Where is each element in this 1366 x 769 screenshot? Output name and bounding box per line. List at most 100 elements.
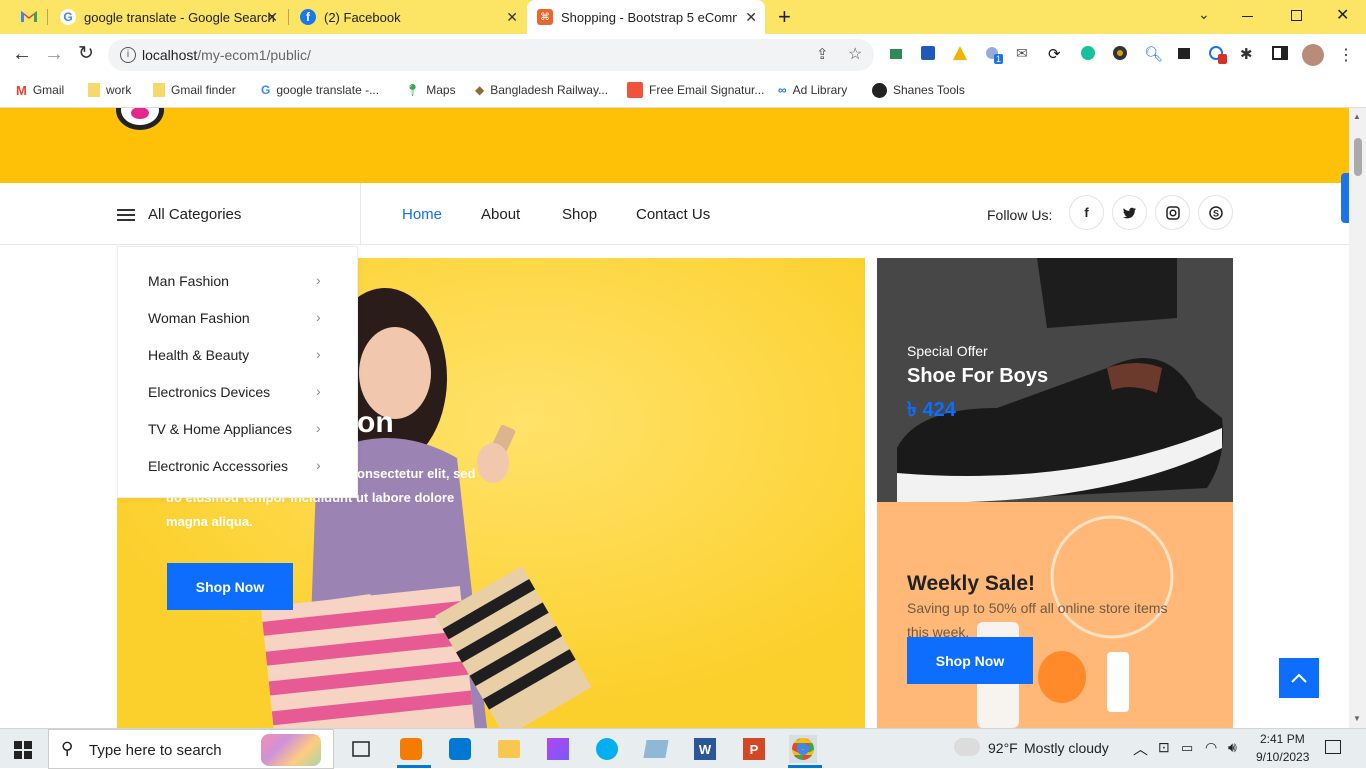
weekly-sale-card[interactable]: Weekly Sale! Saving up to 50% off all on… bbox=[877, 502, 1233, 728]
bookmark-shanes-tools[interactable]: Shanes Tools bbox=[872, 76, 965, 104]
categories-toggle[interactable]: All Categories bbox=[117, 183, 361, 245]
extension-colorful-icon[interactable]: 1 bbox=[984, 45, 1004, 65]
mail-icon[interactable]: ✉ bbox=[1016, 45, 1036, 65]
bookmark-ad-library[interactable]: ∞ Ad Library bbox=[778, 76, 847, 104]
back-to-top-button[interactable] bbox=[1279, 658, 1319, 698]
phpstorm-icon[interactable] bbox=[544, 735, 572, 763]
weather-icon[interactable] bbox=[954, 738, 980, 756]
nav-shop[interactable]: Shop bbox=[562, 206, 597, 223]
chevron-up-icon[interactable]: ︿ bbox=[1133, 738, 1148, 759]
bookmark-label: Ad Library bbox=[792, 83, 848, 97]
hero-title: on bbox=[357, 406, 394, 439]
extension-blue-icon[interactable] bbox=[920, 45, 940, 65]
category-electronics-devices[interactable]: Electronics Devices bbox=[148, 384, 270, 400]
scroll-up-arrow[interactable]: ▲ bbox=[1353, 112, 1361, 121]
clock-date[interactable]: 9/10/2023 bbox=[1256, 750, 1309, 764]
chrome-icon[interactable] bbox=[789, 735, 817, 763]
sale-shop-now-button[interactable]: Shop Now bbox=[907, 637, 1033, 684]
close-window-icon[interactable]: ✕ bbox=[1336, 5, 1349, 25]
hero-text-line1: onsectetur elit, sed bbox=[357, 466, 476, 481]
sync-icon[interactable]: ⟳ bbox=[1048, 45, 1068, 65]
category-electronic-accessories[interactable]: Electronic Accessories bbox=[148, 458, 288, 474]
app-blue-icon[interactable] bbox=[642, 735, 670, 763]
zoom-search-icon[interactable]: 🔍︎ bbox=[1144, 45, 1164, 65]
volume-icon[interactable]: 🔊︎ bbox=[1228, 739, 1237, 756]
category-woman-fashion[interactable]: Woman Fashion bbox=[148, 310, 250, 326]
clock-time[interactable]: 2:41 PM bbox=[1260, 732, 1305, 746]
bookmark-email-signature[interactable]: Free Email Signatur... bbox=[627, 76, 764, 104]
forward-icon[interactable]: → bbox=[44, 43, 64, 66]
nav-home[interactable]: Home bbox=[402, 206, 442, 223]
close-icon[interactable]: ✕ bbox=[745, 9, 757, 26]
bookmarks-bar: M Gmail work Gmail finder Ggoogle transla… bbox=[0, 76, 1366, 108]
extension-warning-icon[interactable] bbox=[952, 45, 972, 65]
vscode-icon[interactable] bbox=[446, 735, 474, 763]
new-tab-button[interactable]: + bbox=[778, 4, 791, 30]
puzzle-icon[interactable]: ✱ bbox=[1240, 45, 1260, 65]
close-icon[interactable]: ✕ bbox=[506, 9, 518, 26]
category-health-beauty[interactable]: Health & Beauty bbox=[148, 347, 249, 363]
powerpoint-icon[interactable]: P bbox=[740, 735, 768, 763]
sidepanel-icon[interactable] bbox=[1272, 45, 1292, 65]
gmail-icon[interactable] bbox=[20, 9, 38, 25]
grammarly-icon[interactable] bbox=[1080, 45, 1100, 65]
bookmark-bangladesh-railway[interactable]: ◆ Bangladesh Railway... bbox=[475, 76, 608, 104]
extension-alert-icon[interactable]: 1 bbox=[1208, 45, 1228, 65]
close-icon[interactable]: ✕ bbox=[266, 9, 278, 26]
tab-shopping[interactable]: ⌘ Shopping - Bootstrap 5 eComme ✕ bbox=[527, 0, 765, 34]
html-icon: ⌘ bbox=[537, 9, 553, 25]
menu-kebab-icon[interactable]: ⋮ bbox=[1338, 45, 1358, 65]
file-explorer-icon[interactable] bbox=[495, 735, 523, 763]
weather-temp[interactable]: 92°F bbox=[988, 740, 1018, 756]
back-icon[interactable]: ← bbox=[12, 43, 32, 66]
side-edge-tab[interactable] bbox=[1341, 173, 1349, 223]
reload-icon[interactable]: ↻ bbox=[78, 42, 94, 65]
scroll-down-arrow[interactable]: ▼ bbox=[1353, 714, 1361, 723]
share-icon[interactable]: ⇪ bbox=[816, 45, 829, 63]
task-view-icon[interactable] bbox=[347, 735, 375, 763]
battery-icon[interactable]: ▭ bbox=[1181, 740, 1193, 756]
meet-now-icon[interactable]: ⊡ bbox=[1158, 739, 1170, 756]
restore-icon[interactable] bbox=[1291, 10, 1302, 21]
bookmark-gmail[interactable]: M Gmail bbox=[16, 76, 64, 104]
bookmark-gmail-finder[interactable]: Gmail finder bbox=[153, 76, 236, 104]
site-logo[interactable] bbox=[116, 108, 164, 130]
hero-shop-now-button[interactable]: Shop Now bbox=[167, 563, 293, 610]
special-offer-card[interactable]: Special Offer Shoe For Boys ৳ 424 bbox=[877, 258, 1233, 502]
sale-text-line1: Saving up to 50% off all online store it… bbox=[907, 600, 1168, 616]
weather-desc[interactable]: Mostly cloudy bbox=[1024, 740, 1109, 756]
globe-icon bbox=[872, 82, 887, 98]
info-icon[interactable]: i bbox=[120, 47, 136, 63]
bookmark-star-icon[interactable]: ☆ bbox=[848, 44, 862, 64]
scroll-thumb[interactable] bbox=[1354, 138, 1362, 176]
wifi-icon[interactable]: ◠ bbox=[1205, 739, 1217, 756]
tab-title: (2) Facebook bbox=[324, 9, 401, 25]
minimize-icon[interactable] bbox=[1242, 16, 1253, 17]
bookmark-maps[interactable]: 📍︎ Maps bbox=[405, 76, 456, 104]
extension-dark-icon[interactable] bbox=[1176, 45, 1196, 65]
tab-facebook[interactable]: f (2) Facebook ✕ bbox=[290, 0, 526, 34]
category-man-fashion[interactable]: Man Fashion bbox=[148, 273, 229, 289]
nav-contact[interactable]: Contact Us bbox=[636, 206, 710, 223]
tab-search-icon[interactable]: ⌄ bbox=[1198, 6, 1210, 23]
skype-icon[interactable]: S bbox=[1198, 195, 1233, 230]
twitter-icon[interactable] bbox=[1112, 195, 1147, 230]
skype-icon[interactable] bbox=[593, 735, 621, 763]
notification-icon[interactable] bbox=[1325, 740, 1341, 754]
tab-google-search[interactable]: G google translate - Google Search ✕ bbox=[50, 0, 286, 34]
xampp-icon[interactable] bbox=[397, 735, 425, 763]
extension-round-icon[interactable] bbox=[1112, 45, 1132, 65]
bookmark-google-translate[interactable]: Ggoogle translate -... bbox=[261, 76, 379, 104]
category-tv-home-appliances[interactable]: TV & Home Appliances bbox=[148, 421, 292, 437]
page-scrollbar[interactable]: ▲ ▼ bbox=[1349, 108, 1366, 728]
profile-avatar[interactable] bbox=[1302, 44, 1324, 66]
bookmark-work[interactable]: work bbox=[88, 76, 131, 104]
taskbar-search-box[interactable]: ⚲ Type here to search bbox=[48, 729, 334, 769]
windows-start-icon[interactable] bbox=[14, 741, 32, 759]
facebook-icon[interactable]: f bbox=[1069, 195, 1104, 230]
address-bar[interactable]: i localhost/my-ecom1/public/ ⇪ ☆ bbox=[108, 39, 874, 71]
extension-green-icon[interactable] bbox=[888, 45, 908, 65]
instagram-icon[interactable] bbox=[1155, 195, 1190, 230]
nav-about[interactable]: About bbox=[481, 206, 520, 223]
word-icon[interactable]: W bbox=[691, 735, 719, 763]
